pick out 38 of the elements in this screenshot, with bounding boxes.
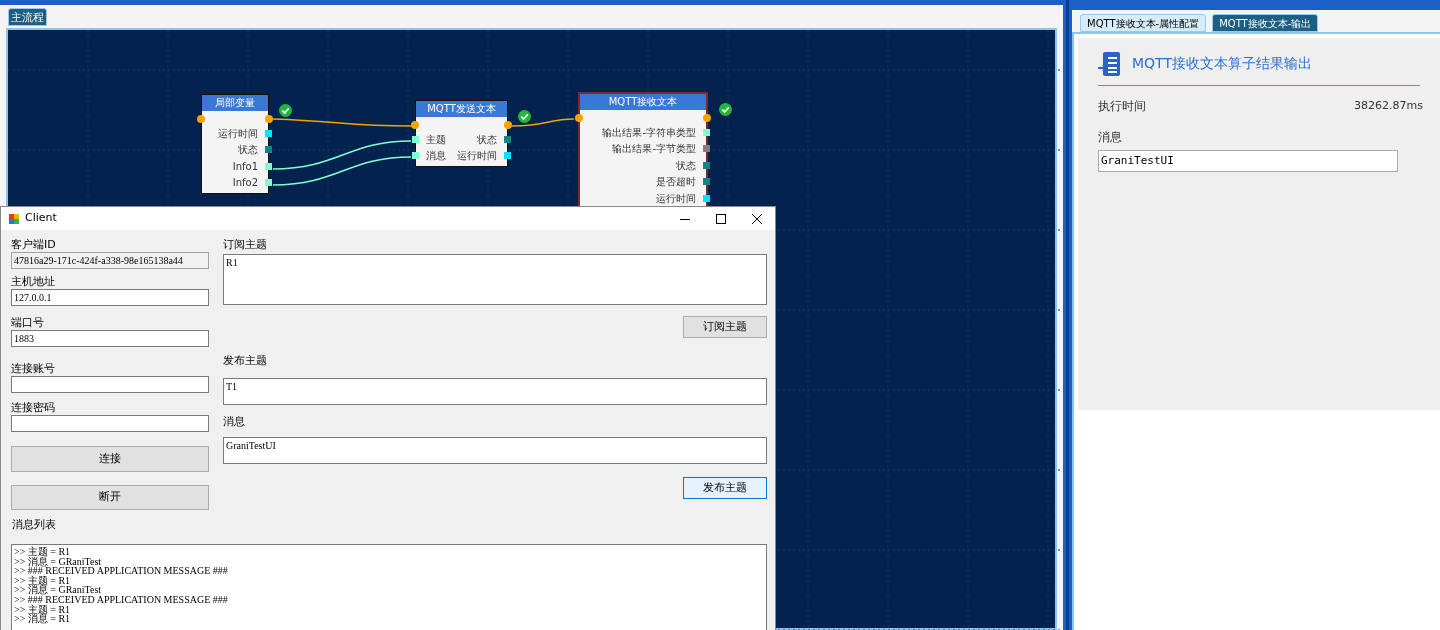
log-line: >> ### RECEIVED APPLICATION MESSAGE ###: [14, 566, 229, 576]
log-line: >> 主题 = R1: [14, 575, 72, 586]
log-label: 消息列表: [12, 518, 57, 532]
port-label: 运行时间: [457, 149, 497, 164]
node-title: 局部变量: [202, 95, 268, 111]
log-line: >> 主题 = R1: [14, 604, 71, 615]
port-label: 主题: [426, 132, 446, 147]
field-label: 端口号: [11, 316, 45, 330]
field-label: 消息: [223, 415, 246, 429]
log-line: >> ### RECEIVED APPLICATION MESSAGE ###: [14, 594, 229, 605]
field-label: 连接密码: [11, 401, 56, 415]
log-line: >> 消息 = GRaniTest: [14, 585, 103, 595]
log-line: >> 消息 = R1: [14, 614, 72, 624]
port-label: 输出结果-字节类型: [612, 142, 696, 157]
field-label: 客户端ID: [11, 238, 57, 252]
port-label: 状态: [477, 132, 497, 147]
log-line: >> 主题 = R1: [14, 547, 72, 557]
field-label: 连接账号: [11, 362, 56, 376]
window-title: Client: [25, 210, 57, 227]
port-label: 是否超时: [656, 175, 696, 190]
port-label: 状态: [676, 158, 696, 173]
log-line: >> 消息 = GRaniTest: [14, 556, 103, 567]
message-label: 消息: [1098, 129, 1123, 146]
port-label: 运行时间: [218, 126, 258, 141]
port-label: 状态: [238, 143, 258, 158]
field-label: 发布主题: [223, 354, 268, 368]
panel-title: MQTT接收文本算子结果输出: [1132, 54, 1312, 73]
node-title: MQTT发送文本: [416, 101, 507, 117]
port-label: Info1: [232, 159, 258, 174]
field-label: 订阅主题: [223, 238, 268, 252]
node-title: MQTT接收文本: [580, 94, 706, 110]
port-label: 消息: [426, 149, 446, 164]
port-label: 运行时间: [656, 191, 696, 206]
port-label: 输出结果-字符串类型: [602, 125, 696, 140]
exec-time-label: 执行时间: [1098, 98, 1146, 115]
exec-time-value: 38262.87ms: [1354, 97, 1423, 114]
field-label: 主机地址: [11, 275, 56, 289]
port-label: Info2: [232, 176, 258, 191]
